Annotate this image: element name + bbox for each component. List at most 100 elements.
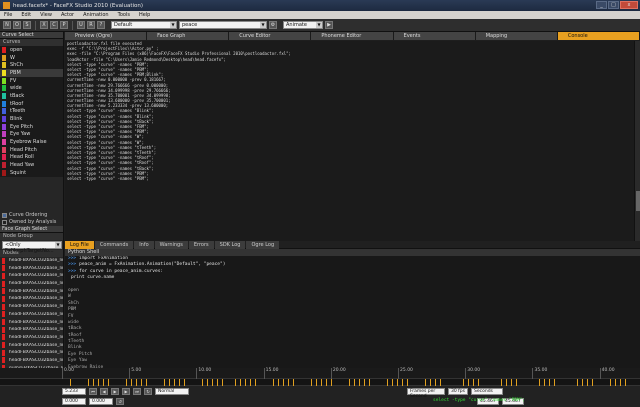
curve-item[interactable]: Eyebrow Raise [0,138,63,146]
tab-curve-editor[interactable]: Curve Editor [229,32,312,40]
tab-phoneme-editor[interactable]: Phoneme Editor [311,32,394,40]
close-button[interactable]: x [620,1,638,9]
prev-key-icon[interactable]: ◀ [100,388,108,395]
scrollbar-thumb[interactable] [636,191,640,211]
keyframe-mark [311,379,312,386]
node-group-combo[interactable]: <Only FxMorphTargetNo... ▼ [2,240,62,254]
curve-item[interactable]: Head Pitch [0,146,63,154]
keyframe-mark [108,379,109,386]
curve-ordering-checkbox[interactable] [2,212,7,218]
curve-item[interactable]: Eye Yaw [0,131,63,139]
animation-combo[interactable]: peace ▼ [179,21,267,29]
fps-label-button[interactable]: Frames per Second [407,388,445,399]
node-item[interactable]: headFBXASC032base_lin [0,264,63,272]
tab-console[interactable]: Console [557,32,640,40]
menu-tools[interactable]: Tools [118,12,130,18]
node-item[interactable]: headFBXASC032base_lin [0,357,63,365]
undo-icon[interactable]: U [77,21,85,29]
rewind-icon[interactable]: ⏮ [89,388,97,395]
node-item-label: headFBXASC032base_lin [8,319,63,325]
node-item[interactable]: headFBXASC032base_lin [0,318,63,326]
curve-item[interactable]: FV [0,77,63,85]
tab-mapping[interactable]: Mapping [475,32,558,40]
curve-ordering-row[interactable]: Curve Ordering [0,212,63,219]
node-item[interactable]: headFBXASC032base_lin [0,341,63,349]
curve-item[interactable]: tBack [0,92,63,100]
curve-item[interactable]: ShCh [0,61,63,69]
curve-list-empty-space [0,177,63,212]
new-icon[interactable]: N [3,21,11,29]
current-time-field[interactable]: 5.233 [62,388,86,395]
curve-item[interactable]: wide [0,84,63,92]
paste-icon[interactable]: P [60,21,68,29]
range-end-field[interactable]: 0.000 [89,398,113,405]
range-start-field[interactable]: 0.000 [62,398,86,405]
node-item[interactable]: headFBXASC032base_lin [0,303,63,311]
curve-item[interactable]: PBM [0,69,63,77]
log-tab-info[interactable]: Info [134,241,154,249]
node-item[interactable]: headFBXASC032base_lin [0,326,63,334]
curve-item-label: Eye Pitch [10,123,33,130]
menu-edit[interactable]: Edit [21,12,31,18]
log-tab-errors[interactable]: Errors [188,241,214,249]
timeline-ruler[interactable]: 0.00 5.00 10.00 15.00 20.00 25.00 30.00 35.00 40… [0,368,640,379]
tab-face-graph[interactable]: Face Graph [147,32,230,40]
cut-icon[interactable]: X [40,21,48,29]
copy-icon[interactable]: C [50,21,58,29]
keyframe-mark [387,379,388,386]
node-item[interactable]: headFBXASC032base_lin [0,287,63,295]
node-item[interactable]: headFBXASC032base_lin [0,311,63,319]
menu-help[interactable]: Help [139,12,150,18]
range-reset-icon[interactable]: ↺ [116,398,124,405]
save-icon[interactable]: S [23,21,31,29]
loop-mode-combo[interactable]: Normal [155,388,189,395]
keyframe-mark [212,379,213,386]
node-item[interactable]: headFBXASC032base_lin [0,334,63,342]
curve-item[interactable]: Head Yaw [0,161,63,169]
log-tab-log-file[interactable]: Log File [65,241,94,249]
curve-item[interactable]: Head Roll [0,154,63,162]
log-tab-ogre-log[interactable]: Ogre Log [246,241,280,249]
curve-item[interactable]: tTeeth [0,108,63,116]
timeline-tick-label: 20.00 [332,368,346,373]
play-icon[interactable]: ▶ [111,388,119,395]
menu-animation[interactable]: Animation [83,12,109,18]
fps-combo[interactable]: 30 fps [448,388,468,395]
maximize-button[interactable]: □ [608,1,619,9]
node-item[interactable]: headFBXASC032base_lin [0,295,63,303]
curve-item[interactable]: W [0,54,63,62]
timeline-keys[interactable] [0,379,640,386]
units-combo[interactable]: Seconds [471,388,503,395]
owned-by-analysis-row[interactable]: Owned by Analysis [0,219,63,226]
node-item[interactable]: headFBXASC032base_lin [0,257,63,265]
open-icon[interactable]: O [13,21,21,29]
menu-actor[interactable]: Actor [61,12,74,18]
curve-item[interactable]: Eye Pitch [0,123,63,131]
log-tab-commands[interactable]: Commands [94,241,134,249]
console-scrollbar[interactable] [634,41,640,241]
loop-icon[interactable]: ↻ [144,388,152,395]
forward-icon[interactable]: ⏭ [133,388,141,395]
tab-events[interactable]: Events [393,32,476,40]
group-combo[interactable]: Default ▼ [111,21,177,29]
log-tab-sdk-log[interactable]: SDK Log [214,241,246,249]
mode-combo[interactable]: Animate ▼ [283,21,323,29]
node-item[interactable]: headFBXASC032base_lin [0,280,63,288]
curve-item[interactable]: Squint [0,169,63,177]
curve-item[interactable]: open [0,46,63,54]
minimize-button[interactable]: _ [596,1,607,9]
menu-file[interactable]: File [4,12,12,18]
play-icon[interactable]: ▶ [325,21,333,29]
animation-settings-icon[interactable]: ⚙ [269,21,277,29]
next-key-icon[interactable]: ▶ [122,388,130,395]
log-tab-warnings[interactable]: Warnings [154,241,188,249]
node-item[interactable]: headFBXASC032base_lin [0,272,63,280]
owned-by-analysis-checkbox[interactable] [2,219,7,225]
curve-item[interactable]: tRoof [0,100,63,108]
help-icon[interactable]: ? [97,21,105,29]
tab-preview-ogre-[interactable]: Preview (Ogre) [65,32,148,40]
redo-icon[interactable]: R [87,21,95,29]
node-item[interactable]: headFBXASC032base_lin [0,349,63,357]
menu-view[interactable]: View [40,12,52,18]
curve-item[interactable]: Blink [0,115,63,123]
